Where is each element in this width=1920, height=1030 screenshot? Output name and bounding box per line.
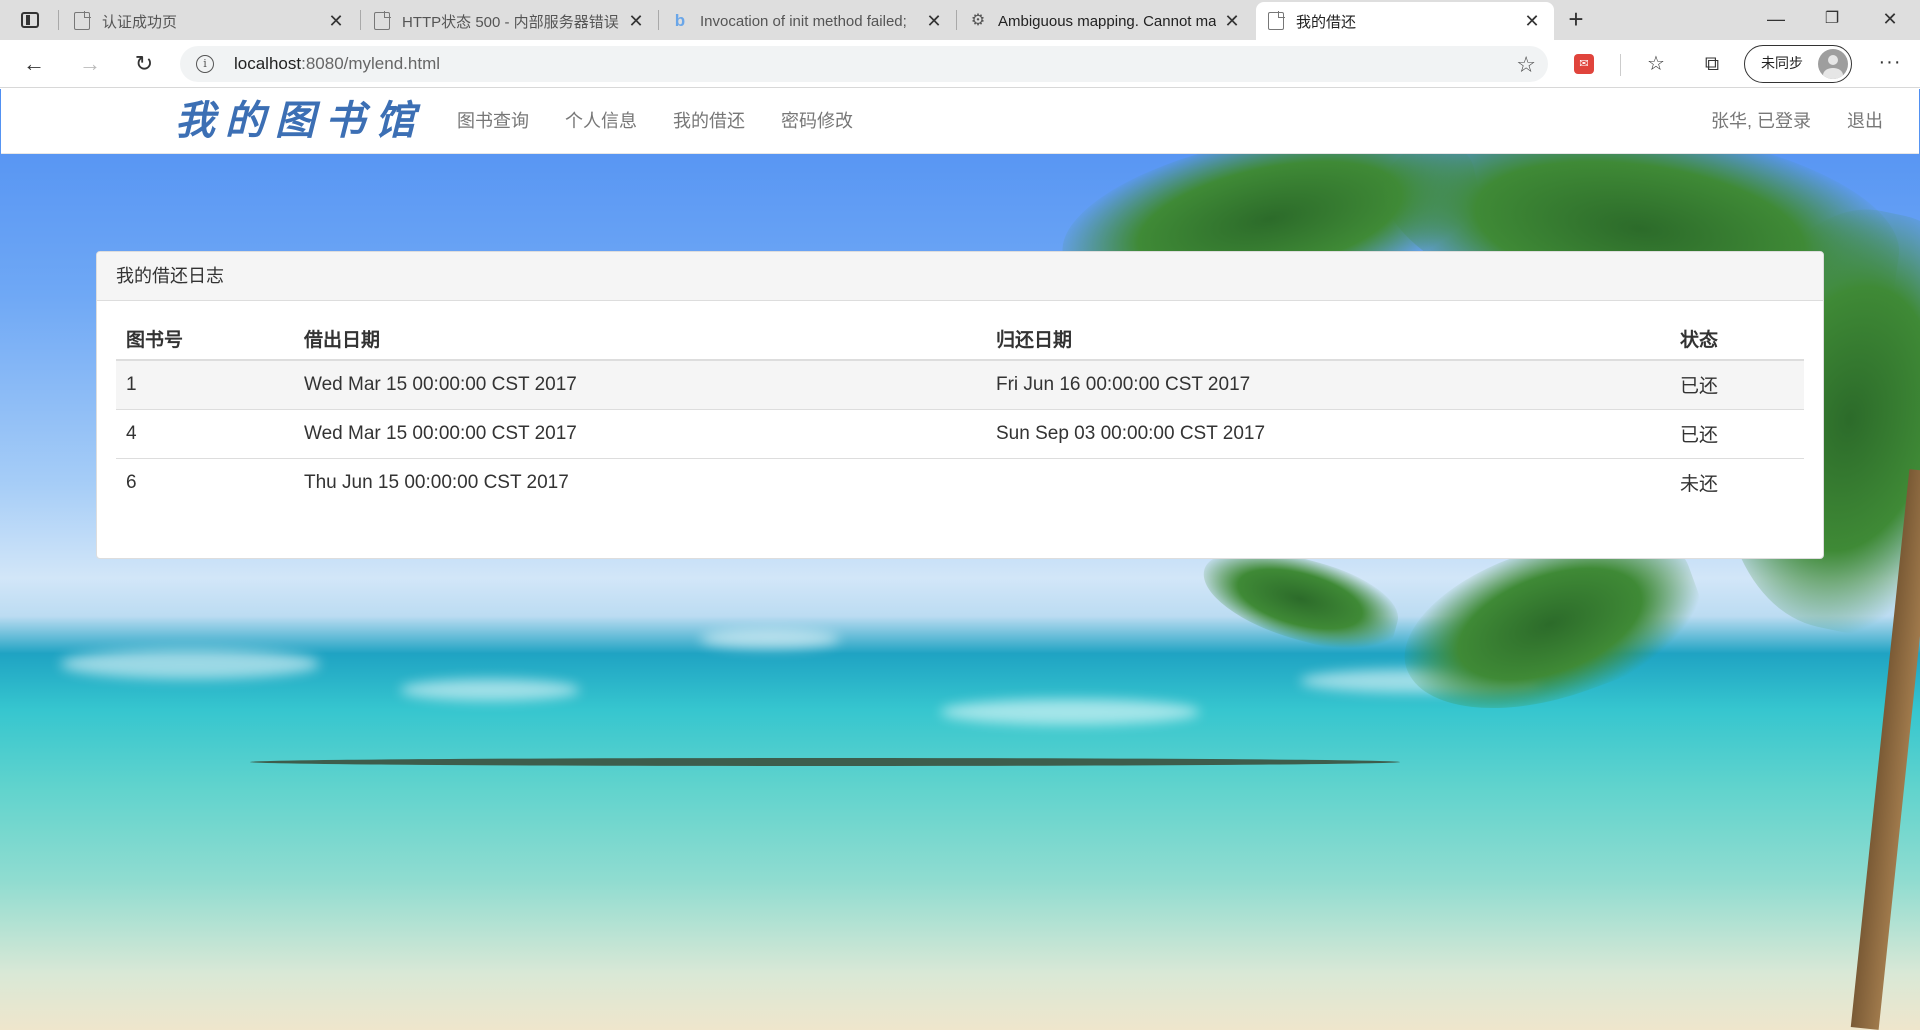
forward-button[interactable]: → (72, 48, 108, 80)
table-row: 1 Wed Mar 15 00:00:00 CST 2017 Fri Jun 1… (116, 359, 1804, 409)
browser-tab-active[interactable]: 我的借还 ✕ (1256, 2, 1554, 40)
bing-icon: b (674, 11, 686, 30)
address-bar[interactable]: i localhost:8080/mylend.html ☆ (180, 46, 1548, 82)
browser-tab[interactable]: b Invocation of init method failed; ✕ (660, 2, 956, 40)
browser-tab[interactable]: HTTP状态 500 - 内部服务器错误 ✕ (362, 2, 658, 40)
collections-icon[interactable]: ⧉ (1696, 50, 1728, 78)
table-header-row: 图书号 借出日期 归还日期 状态 (116, 317, 1804, 361)
info-icon[interactable]: i (196, 55, 214, 73)
url-text[interactable]: localhost:8080/mylend.html (234, 46, 440, 82)
url-path: :8080/mylend.html (301, 54, 441, 73)
cloud-shape (940, 699, 1200, 725)
lending-table: 图书号 借出日期 归还日期 状态 1 Wed Mar 15 00:00:00 C… (116, 317, 1804, 507)
page-icon (374, 11, 391, 30)
tab-separator (58, 10, 59, 30)
tab-title: Invocation of init method failed; (700, 12, 907, 30)
site-navbar: 我的图书馆 图书查询 个人信息 我的借还 密码修改 张华, 已登录 退出 (1, 89, 1919, 154)
cell-lend-date: Wed Mar 15 00:00:00 CST 2017 (294, 359, 986, 409)
gear-icon: ⚙ (970, 12, 986, 29)
favorites-icon[interactable]: ☆ (1640, 50, 1672, 78)
tab-title: HTTP状态 500 - 内部服务器错误 (402, 13, 619, 31)
add-favorite-icon[interactable]: ☆ (1516, 52, 1536, 78)
close-icon[interactable]: ✕ (626, 11, 646, 32)
url-host: localhost (234, 54, 302, 73)
back-button[interactable]: ← (16, 48, 52, 80)
extension-icon[interactable]: ✉ (1574, 54, 1594, 74)
minimize-button[interactable]: — (1748, 0, 1804, 38)
nav-links: 图书查询 个人信息 我的借还 密码修改 (439, 89, 871, 154)
close-icon[interactable]: ✕ (1222, 11, 1242, 32)
refresh-button[interactable]: ↻ (126, 48, 162, 80)
lending-log-panel: 我的借还日志 图书号 借出日期 归还日期 状态 1 Wed Mar 15 00:… (96, 251, 1824, 559)
nav-link-book-search[interactable]: 图书查询 (439, 89, 547, 154)
cell-status: 已还 (1670, 359, 1804, 409)
nav-link-change-password[interactable]: 密码修改 (763, 89, 871, 154)
tab-title: Ambiguous mapping. Cannot map (998, 12, 1216, 30)
page-icon (1268, 11, 1285, 30)
brand-logo[interactable]: 我的图书馆 (175, 95, 425, 147)
column-header-lend-date: 借出日期 (294, 317, 986, 361)
island-shape (250, 758, 1400, 766)
logout-link[interactable]: 退出 (1829, 89, 1901, 154)
browser-toolbar: ← → ↻ i localhost:8080/mylend.html ☆ ✉ ☆… (0, 40, 1920, 88)
tab-actions-button[interactable] (12, 6, 48, 34)
nav-link-personal-info[interactable]: 个人信息 (547, 89, 655, 154)
tab-title: 认证成功页 (102, 13, 178, 31)
profile-sync-button[interactable]: 未同步 (1744, 45, 1852, 83)
tab-separator (658, 10, 659, 30)
cell-status: 未还 (1670, 457, 1804, 507)
cell-book-id: 6 (116, 457, 294, 507)
column-header-status: 状态 (1670, 317, 1804, 361)
close-icon[interactable]: ✕ (924, 11, 944, 32)
cell-status: 已还 (1670, 408, 1804, 458)
cell-lend-date: Wed Mar 15 00:00:00 CST 2017 (294, 408, 986, 458)
new-tab-button[interactable]: + (1558, 4, 1594, 36)
sync-label: 未同步 (1761, 55, 1803, 71)
login-status: 张华, 已登录 (1710, 111, 1811, 131)
cell-back-date (986, 457, 1670, 507)
restore-button[interactable]: ❐ (1804, 0, 1860, 38)
tab-separator (956, 10, 957, 30)
table-row: 4 Wed Mar 15 00:00:00 CST 2017 Sun Sep 0… (116, 408, 1804, 458)
nav-link-my-lending[interactable]: 我的借还 (655, 89, 763, 154)
more-options-icon[interactable]: ··· (1872, 48, 1908, 80)
cloud-shape (700, 629, 840, 649)
cloud-shape (60, 649, 320, 679)
close-window-button[interactable]: ✕ (1862, 0, 1918, 38)
table-row: 6 Thu Jun 15 00:00:00 CST 2017 未还 (116, 457, 1804, 507)
close-icon[interactable]: ✕ (1522, 11, 1542, 32)
avatar-icon (1818, 49, 1848, 79)
page-icon (74, 11, 91, 30)
cell-book-id: 1 (116, 359, 294, 409)
tab-title: 我的借还 (1296, 13, 1357, 31)
toolbar-divider (1620, 54, 1621, 76)
browser-tab-strip: 认证成功页 ✕ HTTP状态 500 - 内部服务器错误 ✕ b Invocat… (0, 0, 1920, 40)
tab-separator (360, 10, 361, 30)
browser-tab[interactable]: ⚙ Ambiguous mapping. Cannot map ✕ (958, 2, 1254, 40)
close-icon[interactable]: ✕ (326, 11, 346, 32)
cloud-shape (400, 679, 580, 701)
tab-actions-icon (21, 12, 39, 28)
cell-lend-date: Thu Jun 15 00:00:00 CST 2017 (294, 457, 986, 507)
column-header-back-date: 归还日期 (986, 317, 1670, 361)
cell-back-date: Fri Jun 16 00:00:00 CST 2017 (986, 359, 1670, 409)
cell-book-id: 4 (116, 408, 294, 458)
page-viewport: 我的图书馆 图书查询 个人信息 我的借还 密码修改 张华, 已登录 退出 我的借… (0, 89, 1920, 1030)
nav-user-area: 张华, 已登录 退出 (1693, 89, 1901, 154)
browser-tab[interactable]: 认证成功页 ✕ (62, 2, 358, 40)
cell-back-date: Sun Sep 03 00:00:00 CST 2017 (986, 408, 1670, 458)
column-header-book-id: 图书号 (116, 317, 294, 361)
panel-title: 我的借还日志 (97, 252, 1823, 301)
